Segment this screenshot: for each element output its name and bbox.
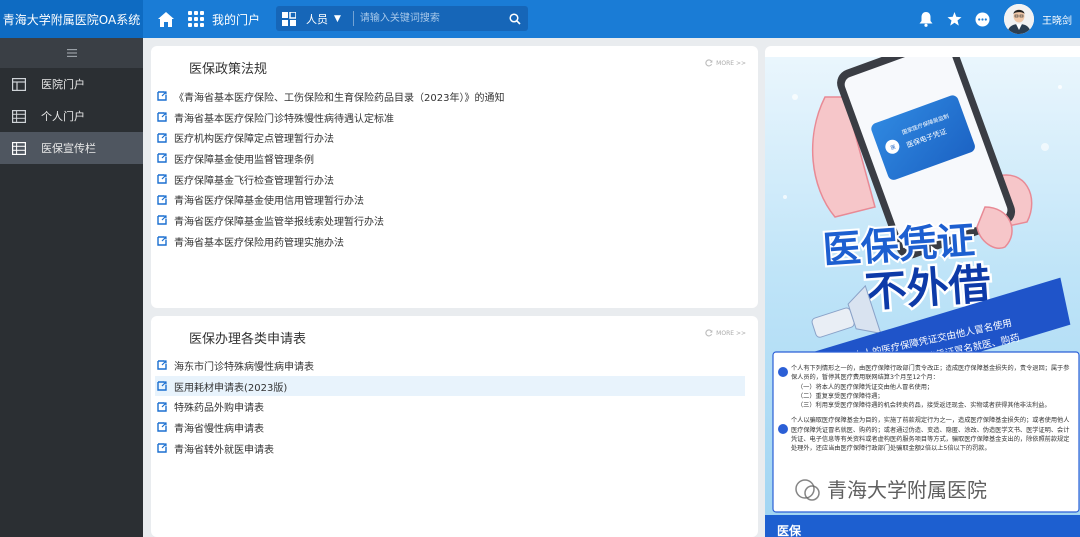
document-link-icon [157, 195, 167, 205]
banner-list-item-1: （一）将本人的医疗保障凭证交由他人冒名使用； [797, 383, 934, 391]
list-item-label: 医疗保障基金使用监督管理条例 [174, 154, 314, 166]
table-icon [12, 109, 26, 123]
application-forms-card: 医保办理各类申请表 MORE >> 海东市门诊特殊病慢性病申请表 医用耗材申请表(… [151, 316, 758, 537]
poster-graphic: 医 国家医疗保障局监制 医保电子凭证 医保凭证 不外借 不得将本人的医疗保障凭证… [765, 57, 1080, 537]
favorites-button[interactable] [940, 0, 968, 38]
sidebar: 医院门户 个人门户 医保宣传栏 [0, 38, 143, 537]
more-link-label: MORE >> [716, 59, 746, 67]
more-link-label: MORE >> [716, 329, 746, 337]
sidebar-item-label: 医院门户 [41, 78, 85, 91]
list-item-label: 青海省医疗保障基金监管举报线索处理暂行办法 [174, 216, 384, 228]
banner-paragraph-1: 个人有下列情形之一的，由医疗保障行政部门责令改正；造成医疗保障基金损失的，责令退… [791, 365, 1070, 382]
banner-paragraph-2: 个人以骗取医疗保障基金为目的，实施了前款规定行为之一，造成医疗保障基金损失的；或… [791, 417, 1070, 453]
header-actions: 王晓剑 [912, 0, 1080, 38]
modules-icon[interactable] [276, 6, 302, 31]
search-input[interactable] [357, 7, 502, 30]
forms-list: 海东市门诊特殊病慢性病申请表 医用耗材申请表(2023版) 特殊药品外购申请表 青海省… [155, 355, 745, 458]
sidebar-item-personal-portal[interactable]: 个人门户 [0, 100, 143, 132]
banner-list-item-3: （三）利用享受医疗保障待遇的机会转卖药品，接受返还现金、实物或者获得其他非法利益… [797, 402, 1051, 410]
hamburger-icon [66, 49, 77, 57]
document-link-icon [157, 360, 167, 371]
sidebar-item-label: 个人门户 [41, 110, 85, 123]
document-link-icon [157, 91, 167, 102]
policy-regulations-card: 医保政策法规 MORE >> 《青海省基本医疗保险、工伤保险和生育保险药品目录（… [151, 46, 758, 308]
document-link-icon [157, 215, 167, 226]
document-link-icon [157, 236, 167, 246]
sidebar-toggle[interactable] [0, 38, 143, 68]
more-link[interactable]: MORE >> [705, 59, 746, 67]
list-item[interactable]: 海东市门诊特殊病慢性病申请表 [155, 355, 745, 376]
list-item-label: 青海省医疗保障基金使用信用管理暂行办法 [174, 196, 364, 208]
list-item[interactable]: 医疗机构医疗保障定点管理暂行办法 [155, 127, 745, 148]
bell-icon [919, 11, 933, 27]
search-category-select[interactable]: 人员 ▼ [302, 6, 345, 31]
card-title: 医保办理各类申请表 [189, 332, 307, 347]
medical-insurance-poster[interactable]: 医 国家医疗保障局监制 医保电子凭证 医保凭证 不外借 不得将本人的医疗保障凭证… [765, 57, 1080, 537]
my-portal-label: 我的门户 [212, 12, 261, 27]
messages-button[interactable] [968, 0, 996, 38]
list-item[interactable]: 青海省基本医疗保险用药管理实施办法 [155, 231, 745, 252]
search-button[interactable] [502, 6, 528, 31]
sidebar-item-medical-insurance-board[interactable]: 医保宣传栏 [0, 132, 143, 164]
list-item-label: 医疗保障基金飞行检查管理暂行办法 [174, 175, 334, 187]
more-link[interactable]: MORE >> [705, 329, 746, 337]
search-bar: 人员 ▼ [276, 6, 528, 31]
list-item[interactable]: 青海省基本医疗保险门诊特殊慢性病待遇认定标准 [155, 107, 745, 128]
list-item[interactable]: 医用耗材申请表(2023版) [155, 375, 745, 397]
chevron-down-icon: ▼ [334, 13, 341, 24]
list-item[interactable]: 医疗保障基金使用监督管理条例 [155, 148, 745, 169]
list-item[interactable]: 医疗保障基金飞行检查管理暂行办法 [155, 169, 745, 190]
table-icon [12, 141, 26, 155]
refresh-icon [705, 329, 713, 337]
list-item[interactable]: 特殊药品外购申请表 [155, 396, 745, 417]
list-item[interactable]: 《青海省基本医疗保险、工伤保险和生育保险药品目录（2023年）》的通知 [155, 86, 745, 107]
apps-grid-icon [188, 11, 204, 27]
search-icon [509, 12, 521, 25]
list-item-label: 海东市门诊特殊病慢性病申请表 [174, 361, 314, 373]
sidebar-item-hospital-portal[interactable]: 医院门户 [0, 68, 143, 100]
home-icon [158, 11, 174, 27]
sidebar-item-label: 医保宣传栏 [41, 142, 96, 155]
search-category-value: 人员 [306, 12, 328, 26]
document-link-icon [157, 422, 167, 433]
list-item-label: 青海省基本医疗保险用药管理实施办法 [174, 237, 344, 249]
document-link-icon [157, 133, 167, 143]
my-portal-button[interactable]: 我的门户 [188, 7, 260, 31]
home-button[interactable] [156, 9, 176, 29]
user-photo [1004, 4, 1034, 34]
watermark-text: 青海大学附属医院 [827, 478, 987, 502]
list-item-label: 青海省基本医疗保险门诊特殊慢性病待遇认定标准 [174, 113, 394, 125]
document-link-icon [157, 153, 167, 164]
list-item-label: 特殊药品外购申请表 [174, 403, 264, 415]
more-chat-icon [975, 12, 989, 26]
notifications-button[interactable] [912, 0, 940, 38]
list-item-label: 医疗机构医疗保障定点管理暂行办法 [174, 134, 334, 146]
list-item-label: 《青海省基本医疗保险、工伤保险和生育保险药品目录（2023年）》的通知 [174, 92, 505, 104]
list-item-label: 医用耗材申请表(2023版) [174, 382, 288, 394]
bottom-logo: 医保 [777, 523, 802, 537]
app-title[interactable]: 青海大学附属医院OA系统 [0, 0, 143, 38]
layout-icon [12, 77, 26, 91]
banner-list-item-2: （二）重复享受医疗保障待遇； [797, 392, 884, 400]
avatar[interactable] [1004, 4, 1034, 34]
divider [352, 11, 354, 26]
document-link-icon [157, 174, 167, 184]
list-item[interactable]: 青海省转外就医申请表 [155, 438, 745, 459]
document-link-icon [157, 443, 167, 453]
star-icon [947, 12, 961, 26]
top-header: 青海大学附属医院OA系统 我的门户 人员 ▼ 请输入关键词搜索 王晓剑 [0, 0, 1080, 38]
list-item[interactable]: 青海省医疗保障基金使用信用管理暂行办法 [155, 189, 745, 210]
list-item[interactable]: 青海省慢性病申请表 [155, 417, 745, 438]
list-item-label: 青海省转外就医申请表 [174, 444, 274, 456]
policy-list: 《青海省基本医疗保险、工伤保险和生育保险药品目录（2023年）》的通知 青海省基本… [155, 86, 745, 252]
card-title: 医保政策法规 [189, 62, 268, 77]
document-link-icon [157, 381, 167, 391]
document-link-icon [157, 402, 167, 412]
document-link-icon [157, 112, 167, 122]
refresh-icon [705, 59, 713, 67]
username[interactable]: 王晓剑 [1042, 12, 1072, 27]
list-item[interactable]: 青海省医疗保障基金监管举报线索处理暂行办法 [155, 210, 745, 231]
list-item-label: 青海省慢性病申请表 [174, 423, 264, 435]
